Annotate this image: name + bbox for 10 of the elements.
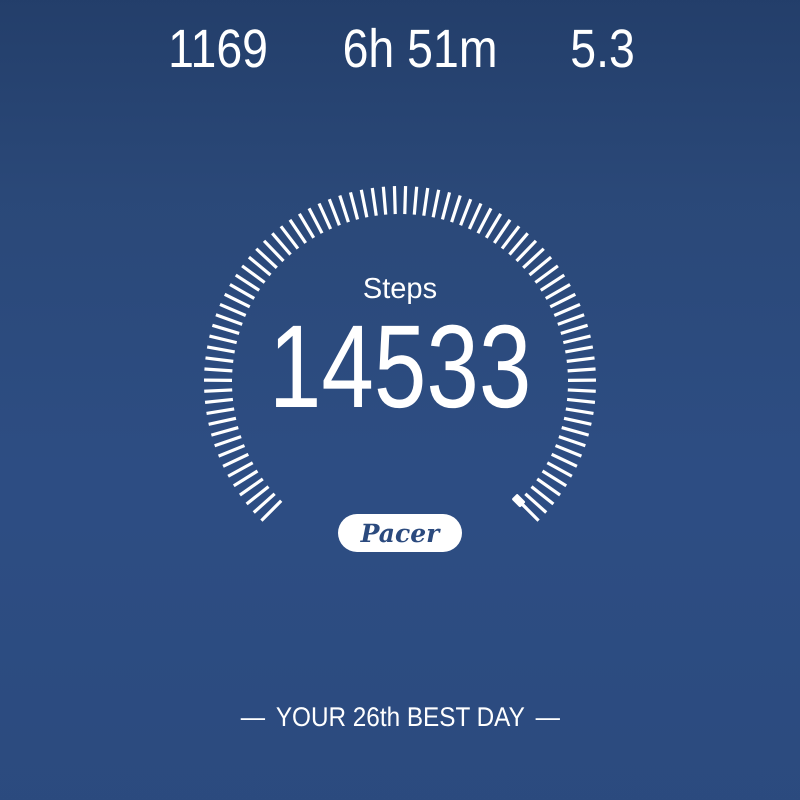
best-day-text: YOUR 26th BEST DAY: [276, 702, 524, 733]
stat-value: 6h 51m: [343, 18, 498, 80]
dash-text: —: [535, 702, 560, 733]
stat-value: 1169: [168, 18, 268, 80]
gauge-end-marker-icon: [512, 494, 528, 510]
steps-count: 14533: [268, 308, 532, 426]
pacer-logo: Pacer: [338, 514, 462, 552]
steps-label: Steps: [362, 272, 438, 306]
stat-value: 5.3: [570, 18, 635, 80]
dash-text: —: [240, 702, 265, 733]
